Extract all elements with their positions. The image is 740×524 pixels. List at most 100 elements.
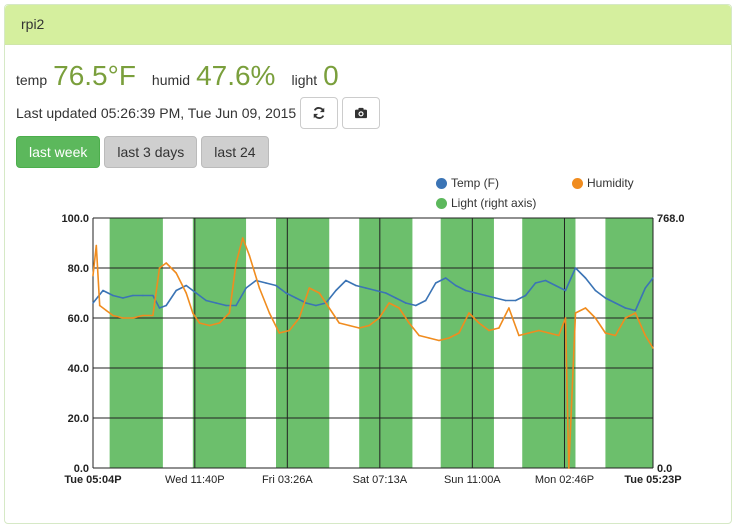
- data-point-temp: [275, 284, 277, 287]
- data-point-humidity: [338, 322, 341, 324]
- data-point-humidity: [278, 332, 281, 334]
- data-point-humidity: [538, 329, 540, 332]
- data-point-temp: [644, 287, 647, 289]
- data-point-temp: [544, 279, 547, 282]
- data-point-humidity: [235, 262, 237, 264]
- data-point-temp: [355, 284, 357, 287]
- data-point-temp: [424, 299, 427, 302]
- data-point-humidity: [408, 322, 410, 324]
- data-point-temp: [122, 297, 124, 299]
- data-point-temp: [385, 292, 387, 294]
- data-point-temp: [285, 292, 287, 294]
- data-point-humidity: [624, 317, 627, 319]
- data-point-temp: [365, 287, 367, 289]
- data-point-humidity: [112, 314, 114, 317]
- data-point-temp: [474, 292, 477, 294]
- data-point-temp: [484, 294, 487, 297]
- data-point-humidity: [448, 337, 450, 339]
- data-point-humidity: [105, 309, 108, 312]
- data-point-humidity: [208, 324, 211, 327]
- data-point-humidity: [175, 272, 177, 274]
- data-point-humidity: [192, 312, 194, 314]
- data-point-humidity: [328, 307, 331, 309]
- data-point-humidity: [428, 337, 430, 339]
- x-tick-label: Sat 07:13A: [353, 474, 408, 486]
- data-point-humidity: [258, 287, 261, 289]
- data-point-humidity: [388, 302, 390, 304]
- x-tick-label: Fri 03:26A: [262, 474, 313, 486]
- data-point-humidity: [95, 244, 98, 247]
- data-point-humidity: [158, 267, 161, 269]
- data-point-humidity: [458, 332, 460, 334]
- y-right-tick-label: 768.0: [657, 213, 685, 225]
- data-point-temp: [414, 304, 417, 307]
- data-point-humidity: [634, 312, 637, 314]
- data-point-temp: [215, 302, 217, 304]
- data-point-temp: [265, 282, 267, 284]
- data-point-humidity: [398, 307, 400, 309]
- data-point-humidity: [318, 292, 321, 294]
- data-point-humidity: [308, 287, 311, 289]
- data-point-humidity: [614, 334, 617, 337]
- y-left-tick-label: 80.0: [68, 263, 89, 275]
- data-point-humidity: [152, 314, 154, 317]
- data-point-temp: [112, 294, 114, 297]
- data-point-humidity: [248, 254, 251, 257]
- data-point-humidity: [132, 317, 134, 319]
- data-point-humidity: [358, 327, 360, 329]
- data-point-temp: [305, 302, 307, 304]
- data-point-temp: [295, 297, 297, 299]
- data-point-temp: [142, 294, 144, 297]
- data-point-humidity: [241, 237, 244, 239]
- data-point-temp: [494, 297, 497, 299]
- data-point-temp: [102, 289, 104, 292]
- data-point-humidity: [468, 312, 470, 314]
- data-point-temp: [534, 282, 537, 284]
- data-point-temp: [454, 284, 457, 287]
- data-point-humidity: [218, 322, 221, 324]
- data-point-temp: [584, 277, 587, 279]
- data-point-temp: [394, 297, 397, 299]
- data-point-humidity: [518, 334, 520, 337]
- x-tick-label: Mon 02:46P: [535, 474, 594, 486]
- data-point-temp: [235, 304, 237, 307]
- data-point-temp: [594, 289, 597, 292]
- data-point-humidity: [98, 304, 101, 307]
- data-point-temp: [152, 294, 154, 297]
- data-point-humidity: [165, 262, 168, 264]
- data-point-temp: [554, 284, 557, 287]
- data-point-temp: [345, 279, 347, 282]
- data-point-humidity: [594, 317, 597, 319]
- data-point-temp: [315, 304, 317, 307]
- y-left-tick-label: 40.0: [68, 363, 89, 375]
- data-point-temp: [504, 299, 507, 302]
- data-point-humidity: [228, 312, 231, 314]
- x-tick-label: Tue 05:23P: [624, 474, 681, 486]
- data-point-humidity: [644, 334, 647, 337]
- light-bar-2: [276, 218, 330, 468]
- data-point-humidity: [142, 314, 144, 317]
- data-point-humidity: [584, 307, 587, 309]
- light-bar-6: [605, 218, 653, 468]
- data-point-humidity: [508, 307, 510, 309]
- data-point-temp: [195, 292, 197, 294]
- data-point-temp: [444, 277, 447, 279]
- data-point-humidity: [568, 467, 570, 469]
- data-point-temp: [175, 289, 177, 292]
- data-point-temp: [158, 307, 161, 309]
- data-point-humidity: [564, 317, 567, 319]
- light-bar-0: [109, 218, 163, 468]
- data-point-temp: [335, 289, 337, 292]
- data-point-temp: [375, 289, 377, 292]
- data-point-temp: [205, 299, 207, 302]
- data-point-humidity: [438, 339, 440, 342]
- x-tick-label: Wed 11:40P: [165, 474, 225, 486]
- y-left-tick-label: 60.0: [68, 313, 89, 325]
- data-point-temp: [185, 284, 187, 287]
- data-point-temp: [604, 297, 607, 299]
- data-point-humidity: [574, 312, 577, 314]
- data-point-humidity: [528, 332, 530, 334]
- data-point-temp: [404, 302, 407, 304]
- data-point-humidity: [122, 317, 124, 319]
- data-point-humidity: [498, 327, 500, 329]
